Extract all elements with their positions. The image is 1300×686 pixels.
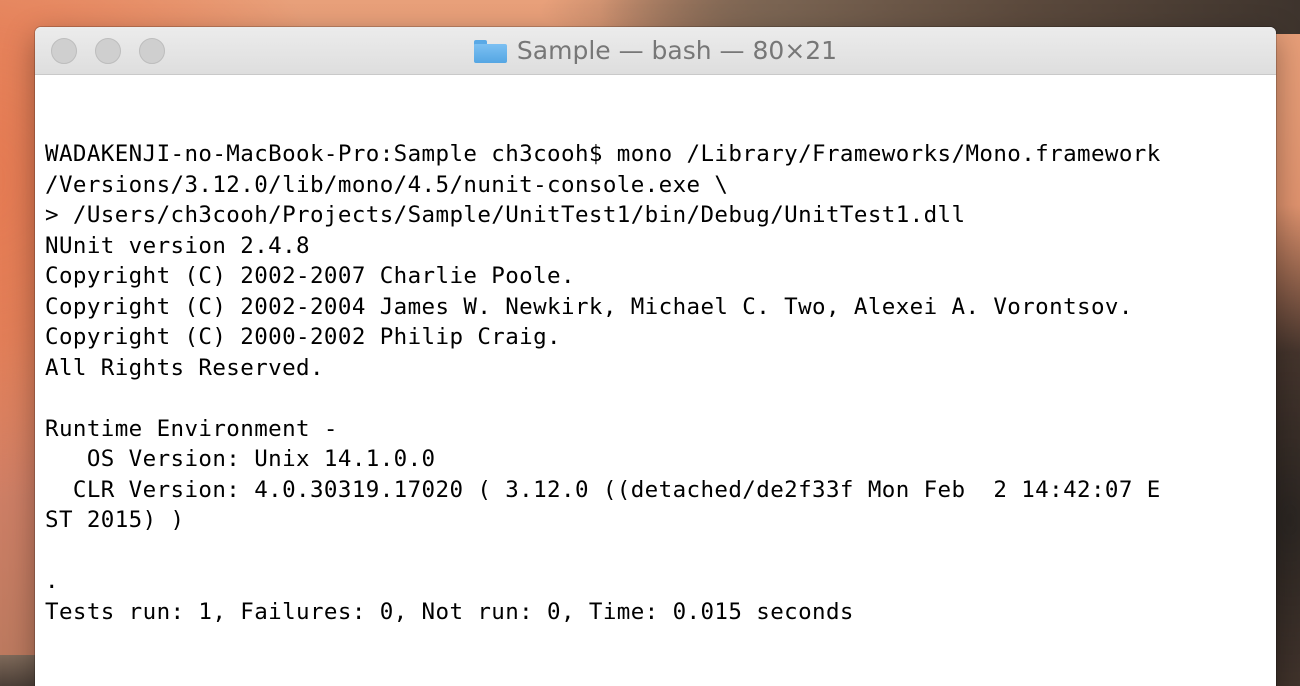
terminal-line: CLR Version: 4.0.30319.17020 ( 3.12.0 ((…: [45, 476, 1161, 503]
terminal-line: Tests run: 1, Failures: 0, Not run: 0, T…: [45, 598, 854, 625]
terminal-line: Copyright (C) 2002-2004 James W. Newkirk…: [45, 293, 1133, 320]
terminal-line: ST 2015) ): [45, 507, 185, 533]
terminal-line: Copyright (C) 2002-2007 Charlie Poole.: [45, 263, 575, 289]
window-title-group: Sample — bash — 80×21: [35, 27, 1276, 74]
terminal-line: Copyright (C) 2000-2002 Philip Craig.: [45, 324, 562, 350]
terminal-line: > /Users/ch3cooh/Projects/Sample/UnitTes…: [45, 202, 966, 228]
desktop-background: [0, 655, 40, 686]
window-title: Sample — bash — 80×21: [516, 36, 838, 65]
terminal-line: All Rights Reserved.: [45, 354, 324, 381]
terminal-window[interactable]: Sample — bash — 80×21 WADAKENJI-no-MacBo…: [35, 27, 1276, 686]
terminal-line: NUnit version 2.4.8: [45, 232, 310, 259]
terminal-line: WADAKENJI-no-MacBook-Pro:Sample ch3cooh$…: [45, 141, 1161, 167]
terminal-line: .: [45, 568, 59, 594]
folder-icon: [473, 39, 507, 63]
terminal-line: OS Version: Unix 14.1.0.0: [45, 446, 436, 472]
terminal-output[interactable]: WADAKENJI-no-MacBook-Pro:Sample ch3cooh$…: [45, 139, 1161, 627]
terminal-line: Runtime Environment -: [45, 415, 338, 442]
terminal-line: /Versions/3.12.0/lib/mono/4.5/nunit-cons…: [45, 171, 729, 198]
title-bar[interactable]: Sample — bash — 80×21: [35, 27, 1276, 75]
